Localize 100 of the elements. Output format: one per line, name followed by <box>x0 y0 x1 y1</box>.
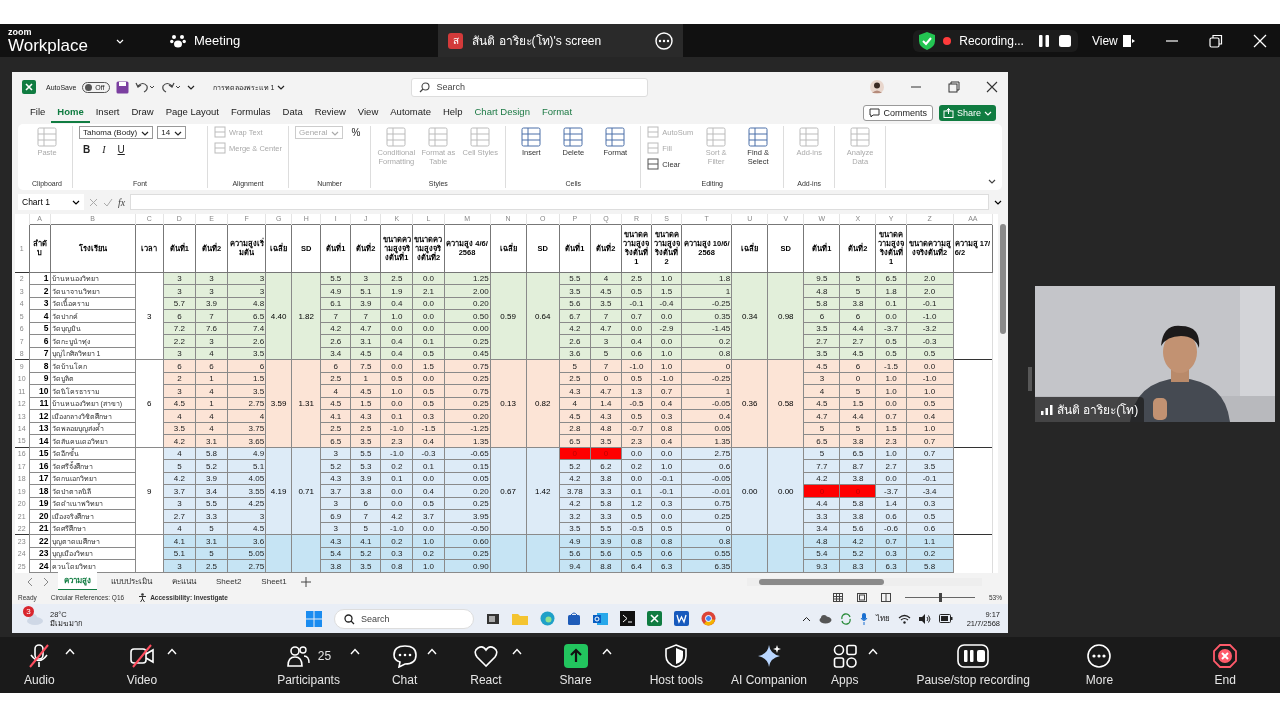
name-box[interactable]: Chart 1 <box>18 194 84 210</box>
sheet-tab[interactable]: คะแนน <box>166 573 202 590</box>
comments-button[interactable]: Comments <box>863 105 933 121</box>
restore-icon[interactable] <box>1208 33 1223 48</box>
table-cell: 5 <box>803 447 840 460</box>
table-cell: 4.3 <box>350 409 381 423</box>
dropdown-field[interactable]: 14 <box>157 126 187 139</box>
stop-icon[interactable] <box>1057 33 1072 48</box>
ribbon-tab[interactable]: Data <box>276 103 309 123</box>
microphone-icon[interactable] <box>859 612 868 625</box>
toolbar-button[interactable]: Chat <box>391 643 418 687</box>
slider-thumb[interactable] <box>939 592 942 602</box>
page-layout-icon[interactable] <box>857 592 867 602</box>
browser-icon[interactable] <box>540 611 555 626</box>
toolbar-button[interactable]: Video <box>126 643 158 687</box>
document-app-icon[interactable] <box>674 611 689 626</box>
resize-handle-icon[interactable] <box>1028 367 1032 391</box>
ribbon-tab[interactable]: Automate <box>384 103 437 123</box>
start-icon[interactable] <box>306 610 322 627</box>
page-break-icon[interactable] <box>881 592 891 602</box>
toolbar-button[interactable]: End <box>1213 643 1238 687</box>
percent-style-button[interactable]: % <box>347 126 365 139</box>
speaker-icon[interactable] <box>918 613 931 624</box>
language-indicator[interactable]: ไทย <box>875 612 890 625</box>
scroll-left-icon[interactable] <box>26 576 34 587</box>
table-cell: 5 <box>803 422 840 435</box>
normal-view-icon[interactable] <box>833 592 843 602</box>
expand-caret-icon[interactable] <box>994 199 1002 205</box>
toolbar-button[interactable]: AI Companion <box>731 643 808 687</box>
italic-button[interactable]: I <box>98 143 110 156</box>
sync-icon[interactable] <box>839 612 852 625</box>
close-icon[interactable] <box>986 81 998 93</box>
store-icon[interactable] <box>567 611 581 626</box>
table-cell: 0.4 <box>621 334 652 348</box>
ribbon-tab[interactable]: View <box>351 103 385 123</box>
bold-button[interactable]: B <box>79 143 95 156</box>
ribbon-tab[interactable]: Review <box>308 103 352 123</box>
table-cell: 5 <box>195 547 228 560</box>
redo-icon[interactable] <box>160 81 181 93</box>
scrollbar-thumb[interactable] <box>1000 224 1006 334</box>
toolbar-button[interactable]: More <box>1085 643 1114 687</box>
toolbar-button[interactable]: React <box>470 643 502 687</box>
table-cell: 0.0 <box>380 397 413 410</box>
toolbar-button[interactable]: Pause/stop recording <box>916 643 1030 687</box>
formula-field[interactable] <box>130 194 989 210</box>
customize-caret-icon[interactable] <box>186 84 195 90</box>
spreadsheet-app-icon[interactable] <box>647 611 662 626</box>
table-cell: 1.0 <box>876 447 907 460</box>
sheet-tab[interactable]: Sheet1 <box>255 575 293 588</box>
undo-icon[interactable] <box>134 81 155 93</box>
table-cell: 6.7 <box>559 309 591 323</box>
search-field[interactable]: Search <box>334 608 474 629</box>
sheet-tab[interactable]: Sheet2 <box>210 575 248 588</box>
collapse-caret-icon[interactable] <box>988 178 996 184</box>
table-cell: 3.5 <box>590 297 622 310</box>
underline-button[interactable]: U <box>113 143 129 156</box>
more-icon[interactable] <box>655 31 674 50</box>
ribbon-tab[interactable]: Draw <box>125 103 160 123</box>
profile-avatar-icon[interactable] <box>870 80 884 94</box>
view-button[interactable]: View <box>1091 33 1135 48</box>
terminal-icon[interactable] <box>620 611 635 626</box>
meeting-menu[interactable]: Meeting <box>170 33 241 48</box>
pause-icon[interactable] <box>1036 33 1051 48</box>
task-view-icon[interactable] <box>486 611 500 626</box>
ribbon-tab[interactable]: Insert <box>89 103 126 123</box>
caret-icon[interactable] <box>116 37 124 44</box>
toolbar-button[interactable]: 25 Participants <box>277 643 340 687</box>
ribbon-tab[interactable]: Chart Design <box>468 103 536 123</box>
share-tab[interactable]: ส สันติ อาริยะ(โท)'s screen <box>438 24 684 57</box>
share-button[interactable]: Share <box>938 105 996 121</box>
caret-up-icon[interactable] <box>801 615 811 622</box>
circle-app-icon[interactable] <box>701 611 716 626</box>
sheet-tab[interactable]: แบบประเมิน <box>105 573 158 590</box>
toolbar-button[interactable]: Audio <box>24 643 55 687</box>
battery-icon[interactable] <box>938 614 953 623</box>
ribbon-tab[interactable]: Format <box>535 103 579 123</box>
wifi-icon[interactable] <box>897 613 911 624</box>
add-sheet-icon[interactable] <box>300 576 311 587</box>
dropdown-field[interactable]: Tahoma (Body) <box>79 126 154 139</box>
ribbon-tab[interactable]: Help <box>436 103 469 123</box>
cloud-sync-icon[interactable] <box>818 613 832 624</box>
scroll-right-icon[interactable] <box>42 576 50 587</box>
table-cell: 1.8 <box>681 272 732 285</box>
toolbar-button[interactable]: Apps <box>831 643 859 687</box>
ribbon-tab[interactable]: Formulas <box>225 103 277 123</box>
search-field[interactable]: Search <box>411 77 649 97</box>
table-cell: 4.2 <box>839 534 876 548</box>
ribbon-tab[interactable]: File <box>24 103 52 123</box>
table-cell: -1.0 <box>380 522 413 535</box>
function-button[interactable]: fx <box>118 196 126 208</box>
zoom-slider[interactable] <box>905 593 975 601</box>
scrollbar-thumb[interactable] <box>759 578 884 585</box>
mail-app-icon[interactable] <box>593 611 608 626</box>
toolbar-button[interactable]: Share <box>559 643 592 687</box>
table-cell: 4.4 <box>839 322 876 335</box>
ribbon-tab[interactable]: Page Layout <box>159 103 225 123</box>
toolbar-button[interactable]: Host tools <box>649 643 703 687</box>
table-cell: 2.7 <box>876 459 907 473</box>
table-cell: 0.1 <box>412 334 444 348</box>
save-icon[interactable] <box>115 80 129 94</box>
